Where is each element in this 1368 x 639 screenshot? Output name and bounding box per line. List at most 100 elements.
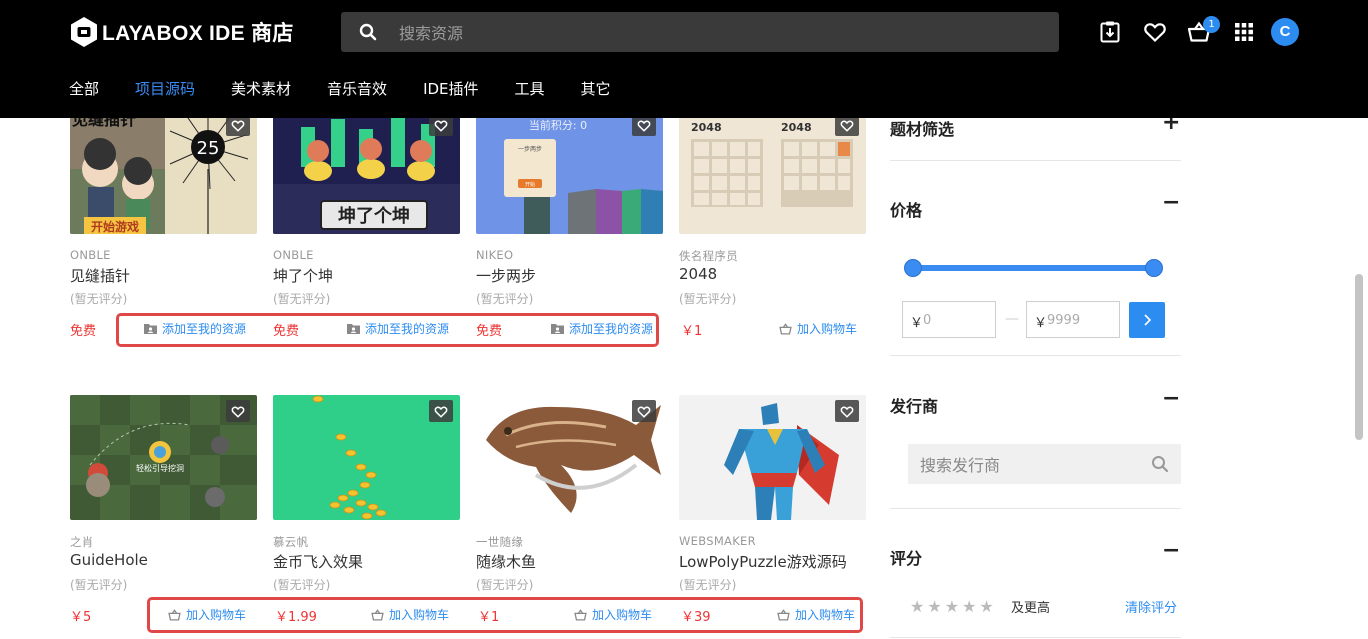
heart-icon xyxy=(840,120,854,132)
price-filter-title[interactable]: 价格 xyxy=(890,197,922,221)
product-thumbnail[interactable]: 当前积分: 0 一步两步 开始 xyxy=(476,109,663,234)
product-publisher[interactable]: ONBLE xyxy=(273,248,314,262)
product-title[interactable]: 见缝插针 xyxy=(70,265,130,286)
product-publisher[interactable]: WEBSMAKER xyxy=(679,534,756,548)
product-thumbnail[interactable] xyxy=(476,395,663,520)
product-publisher[interactable]: NIKEO xyxy=(476,248,513,262)
price-min-input[interactable]: ￥ 0 xyxy=(902,301,996,338)
thumb-score: 当前积分: 0 xyxy=(529,118,587,132)
nav-item-other[interactable]: 其它 xyxy=(581,78,611,99)
product-rating: (暂无评分) xyxy=(70,292,128,306)
publisher-search-box xyxy=(908,444,1181,486)
download-clipboard-icon[interactable] xyxy=(1098,20,1122,44)
product-thumbnail[interactable]: 坤了个坤 xyxy=(273,109,460,234)
favorite-button[interactable] xyxy=(632,400,656,422)
star-icon[interactable]: ★ xyxy=(910,597,924,616)
product-publisher[interactable]: 慕云帆 xyxy=(273,534,308,550)
favorite-button[interactable] xyxy=(835,400,859,422)
thumb-card-button: 开始 xyxy=(525,181,535,188)
product-title[interactable]: 2048 xyxy=(679,265,717,283)
price-max-placeholder: 9999 xyxy=(1047,313,1081,328)
category-nav: 全部 项目源码 美术素材 音乐音效 IDE插件 工具 其它 xyxy=(69,78,647,99)
product-thumbnail[interactable]: 25 开始游戏 见缝插针 xyxy=(70,109,257,234)
product-title[interactable]: 一步两步 xyxy=(476,265,536,286)
collapse-minus-icon[interactable]: − xyxy=(1162,386,1180,411)
product-thumbnail[interactable]: 轻松引导挖洞 xyxy=(70,395,257,520)
cart-count-badge: 1 xyxy=(1203,16,1220,33)
nav-item-ide-plugins[interactable]: IDE插件 xyxy=(423,78,478,99)
thumb-banner: 开始游戏 xyxy=(91,219,139,234)
product-publisher[interactable]: 佚名程序员 xyxy=(679,248,738,264)
highlight-box xyxy=(147,597,863,633)
product-publisher[interactable]: 一世随缘 xyxy=(476,534,523,550)
page-scrollbar[interactable] xyxy=(1355,274,1363,440)
star-icon[interactable]: ★ xyxy=(927,597,941,616)
thumb-label: 2048 xyxy=(781,121,812,134)
collapse-minus-icon[interactable]: − xyxy=(1162,538,1180,563)
star-icon[interactable]: ★ xyxy=(979,597,993,616)
heart-icon xyxy=(637,120,651,132)
top-header: LAYABOX IDE 商店 1 C 全部 项目源码 美术素材 音乐音效 IDE… xyxy=(0,0,1368,118)
star-icon[interactable]: ★ xyxy=(945,597,959,616)
favorite-button[interactable] xyxy=(226,400,250,422)
product-rating: (暂无评分) xyxy=(70,578,128,592)
product-title[interactable]: 坤了个坤 xyxy=(273,265,333,286)
product-title[interactable]: GuideHole xyxy=(70,551,148,569)
price-range-slider[interactable] xyxy=(912,265,1154,271)
nav-item-audio[interactable]: 音乐音效 xyxy=(327,78,387,99)
divider xyxy=(890,637,1181,638)
favorite-button[interactable] xyxy=(429,400,453,422)
store-logo[interactable]: LAYABOX IDE 商店 xyxy=(70,16,294,48)
collapse-minus-icon[interactable]: − xyxy=(1162,190,1180,215)
product-rating: (暂无评分) xyxy=(476,578,534,592)
product-price: ￥5 xyxy=(70,610,92,625)
search-icon[interactable] xyxy=(359,23,377,41)
theme-filter-title[interactable]: 题材筛选 xyxy=(890,116,954,140)
product-rating: (暂无评分) xyxy=(679,578,737,592)
rating-stars[interactable]: ★ ★ ★ ★ ★ xyxy=(910,597,997,616)
divider xyxy=(890,508,1181,509)
rating-filter-title[interactable]: 评分 xyxy=(890,545,922,569)
apps-grid-icon[interactable] xyxy=(1232,20,1256,44)
heart-icon xyxy=(434,406,448,418)
search-input[interactable] xyxy=(397,12,1041,54)
heart-icon[interactable] xyxy=(1143,20,1167,44)
rating-and-up-label: 及更高 xyxy=(1011,601,1051,616)
nav-item-tools[interactable]: 工具 xyxy=(515,78,545,99)
product-title[interactable]: 随缘木鱼 xyxy=(476,551,536,572)
product-rating: (暂无评分) xyxy=(273,578,331,592)
range-dash: — xyxy=(1005,311,1019,327)
search-icon[interactable] xyxy=(1151,455,1169,473)
thumb-number: 25 xyxy=(197,138,220,159)
product-thumbnail[interactable] xyxy=(273,395,460,520)
basket-icon xyxy=(779,322,792,335)
publisher-search-input[interactable] xyxy=(918,444,1152,486)
add-to-cart-button[interactable]: 加入购物车 xyxy=(779,320,857,337)
thumb-label: 2048 xyxy=(691,121,722,134)
product-thumbnail[interactable]: 2048 2048 xyxy=(679,109,866,234)
star-icon[interactable]: ★ xyxy=(962,597,976,616)
publisher-filter-title[interactable]: 发行商 xyxy=(890,393,938,417)
nav-item-all[interactable]: 全部 xyxy=(69,78,99,99)
thumb-caption: 轻松引导挖洞 xyxy=(136,463,184,473)
product-title[interactable]: LowPolyPuzzle游戏源码 xyxy=(679,551,847,572)
price-max-handle[interactable] xyxy=(1145,259,1163,277)
product-publisher[interactable]: 之肖 xyxy=(70,534,94,550)
action-label: 加入购物车 xyxy=(797,322,858,336)
clear-rating-link[interactable]: 清除评分 xyxy=(1125,597,1177,616)
heart-icon xyxy=(637,406,651,418)
box-logo-icon xyxy=(71,17,97,47)
nav-item-project-source[interactable]: 项目源码 xyxy=(135,78,195,99)
user-avatar[interactable]: C xyxy=(1271,18,1299,46)
price-min-handle[interactable] xyxy=(904,259,922,277)
product-publisher[interactable]: ONBLE xyxy=(70,248,111,262)
divider xyxy=(890,355,1181,356)
chevron-right-icon xyxy=(1144,314,1152,326)
product-title[interactable]: 金币飞入效果 xyxy=(273,551,363,572)
nav-item-art-assets[interactable]: 美术素材 xyxy=(231,78,291,99)
product-thumbnail[interactable] xyxy=(679,395,866,520)
apply-price-button[interactable] xyxy=(1129,302,1165,338)
price-max-input[interactable]: ￥ 9999 xyxy=(1026,301,1120,338)
heart-icon xyxy=(840,406,854,418)
currency-symbol: ￥ xyxy=(910,316,924,331)
